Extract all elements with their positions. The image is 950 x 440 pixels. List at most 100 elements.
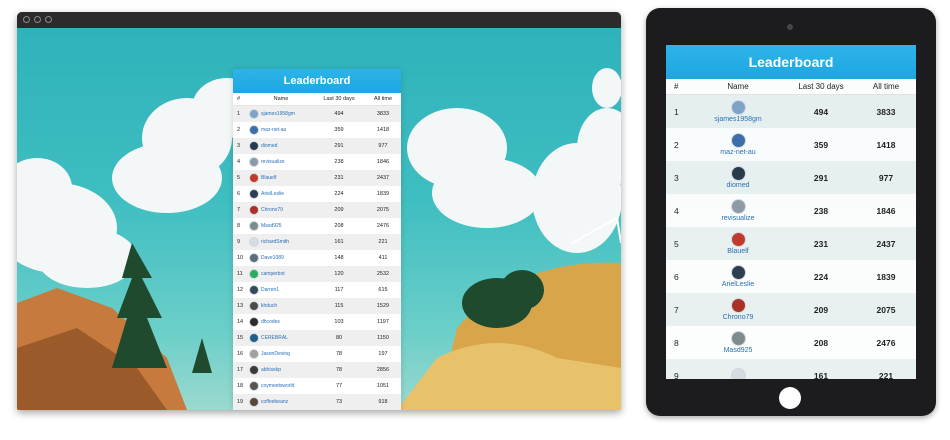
table-row[interactable]: 1 sjames1958gm 494 3833 <box>233 106 401 122</box>
avatar[interactable] <box>730 199 746 214</box>
user-cell[interactable]: Masd925 <box>249 221 313 231</box>
avatar[interactable] <box>249 349 259 359</box>
username-link[interactable]: khduch <box>261 303 277 309</box>
table-row[interactable]: 5 Blauelf 231 2437 <box>233 170 401 186</box>
table-row[interactable]: 9 richardSmith 161 221 <box>233 234 401 250</box>
table-row[interactable]: 8 Masd925 208 2476 <box>233 218 401 234</box>
column-name[interactable]: Name <box>690 82 786 91</box>
table-row[interactable]: 15 CEREBRAL 80 1150 <box>233 330 401 346</box>
column-last-30-days[interactable]: Last 30 days <box>313 96 365 102</box>
avatar[interactable] <box>730 367 746 379</box>
table-row[interactable]: 8 Masd925 208 2476 <box>666 326 916 359</box>
user-cell[interactable] <box>690 367 786 379</box>
home-button[interactable] <box>779 387 801 409</box>
table-row[interactable]: 5 Blauelf 231 2437 <box>666 227 916 260</box>
user-cell[interactable]: CEREBRAL <box>249 333 313 343</box>
avatar[interactable] <box>249 205 259 215</box>
user-cell[interactable]: abhisekp <box>249 365 313 375</box>
avatar[interactable] <box>730 232 746 247</box>
username-link[interactable]: diomed <box>261 143 277 149</box>
table-row[interactable]: 17 abhisekp 78 2856 <box>233 362 401 378</box>
table-row[interactable]: 7 Chrono79 209 2075 <box>666 293 916 326</box>
username-link[interactable]: ArielLeslie <box>722 281 754 288</box>
table-row[interactable]: 10 Dave1089 148 411 <box>233 250 401 266</box>
avatar[interactable] <box>249 301 259 311</box>
user-cell[interactable]: ArielLeslie <box>249 189 313 199</box>
user-cell[interactable]: khduch <box>249 301 313 311</box>
username-link[interactable]: Blauelf <box>261 175 276 181</box>
username-link[interactable]: JasonDeving <box>261 351 290 357</box>
table-row[interactable]: 18 coymeetsworld 77 1051 <box>233 378 401 394</box>
user-cell[interactable]: Blauelf <box>249 173 313 183</box>
avatar[interactable] <box>730 331 746 346</box>
user-cell[interactable]: camperbot <box>249 269 313 279</box>
username-link[interactable]: camperbot <box>261 271 285 277</box>
table-row[interactable]: 14 dhcodes 103 1197 <box>233 314 401 330</box>
username-link[interactable]: sjames1958gm <box>261 111 295 117</box>
username-link[interactable]: sjames1958gm <box>714 116 761 123</box>
user-cell[interactable]: Darren1 <box>249 285 313 295</box>
avatar[interactable] <box>249 125 259 135</box>
user-cell[interactable]: sjames1958gm <box>690 100 786 123</box>
username-link[interactable]: revisualize <box>721 215 754 222</box>
username-link[interactable]: CEREBRAL <box>261 335 288 341</box>
avatar[interactable] <box>730 298 746 313</box>
username-link[interactable]: diomed <box>727 182 750 189</box>
user-cell[interactable]: dhcodes <box>249 317 313 327</box>
username-link[interactable]: maz-net-au <box>720 149 755 156</box>
avatar[interactable] <box>249 397 259 407</box>
user-cell[interactable]: Masd925 <box>690 331 786 354</box>
avatar[interactable] <box>249 237 259 247</box>
avatar[interactable] <box>249 253 259 263</box>
window-close-dot[interactable] <box>23 16 30 23</box>
username-link[interactable]: richardSmith <box>261 239 289 245</box>
avatar[interactable] <box>249 109 259 119</box>
username-link[interactable]: coymeetsworld <box>261 383 294 389</box>
user-cell[interactable]: coymeetsworld <box>249 381 313 391</box>
avatar[interactable] <box>730 166 746 181</box>
username-link[interactable]: revisualize <box>261 159 285 165</box>
avatar[interactable] <box>249 333 259 343</box>
avatar[interactable] <box>249 189 259 199</box>
table-row[interactable]: 4 revisualize 238 1846 <box>666 194 916 227</box>
username-link[interactable]: Darren1 <box>261 287 279 293</box>
user-cell[interactable]: maz-net-au <box>690 133 786 156</box>
avatar[interactable] <box>249 269 259 279</box>
user-cell[interactable]: Chrono79 <box>249 205 313 215</box>
username-link[interactable]: Blauelf <box>727 248 748 255</box>
table-row[interactable]: 3 diomed 291 977 <box>666 161 916 194</box>
table-row[interactable]: 13 khduch 115 1529 <box>233 298 401 314</box>
user-cell[interactable]: ArielLeslie <box>690 265 786 288</box>
user-cell[interactable]: richardSmith <box>249 237 313 247</box>
username-link[interactable]: Masd925 <box>261 223 282 229</box>
avatar[interactable] <box>249 365 259 375</box>
user-cell[interactable]: diomed <box>690 166 786 189</box>
avatar[interactable] <box>730 265 746 280</box>
table-row[interactable]: 3 diomed 291 977 <box>233 138 401 154</box>
username-link[interactable]: dhcodes <box>261 319 280 325</box>
avatar[interactable] <box>249 173 259 183</box>
table-row[interactable]: 1 sjames1958gm 494 3833 <box>666 95 916 128</box>
user-cell[interactable]: sjames1958gm <box>249 109 313 119</box>
user-cell[interactable]: coffeebeanz <box>249 397 313 407</box>
table-row[interactable]: 6 ArielLeslie 224 1839 <box>666 260 916 293</box>
column-last-30-days[interactable]: Last 30 days <box>786 82 856 91</box>
username-link[interactable]: ArielLeslie <box>261 191 284 197</box>
table-row[interactable]: 12 Darren1 117 615 <box>233 282 401 298</box>
table-row[interactable]: 2 maz-net-au 359 1418 <box>666 128 916 161</box>
table-row[interactable]: 4 revisualize 238 1846 <box>233 154 401 170</box>
username-link[interactable]: maz-net-au <box>261 127 286 133</box>
user-cell[interactable]: Chrono79 <box>690 298 786 321</box>
user-cell[interactable]: JasonDeving <box>249 349 313 359</box>
avatar[interactable] <box>249 141 259 151</box>
table-row[interactable]: 16 JasonDeving 78 197 <box>233 346 401 362</box>
avatar[interactable] <box>249 317 259 327</box>
avatar[interactable] <box>249 157 259 167</box>
window-maximize-dot[interactable] <box>45 16 52 23</box>
user-cell[interactable]: Blauelf <box>690 232 786 255</box>
avatar[interactable] <box>730 100 746 115</box>
user-cell[interactable]: Dave1089 <box>249 253 313 263</box>
avatar[interactable] <box>249 221 259 231</box>
column-all-time[interactable]: All time <box>365 96 401 102</box>
username-link[interactable]: Chrono79 <box>723 314 754 321</box>
